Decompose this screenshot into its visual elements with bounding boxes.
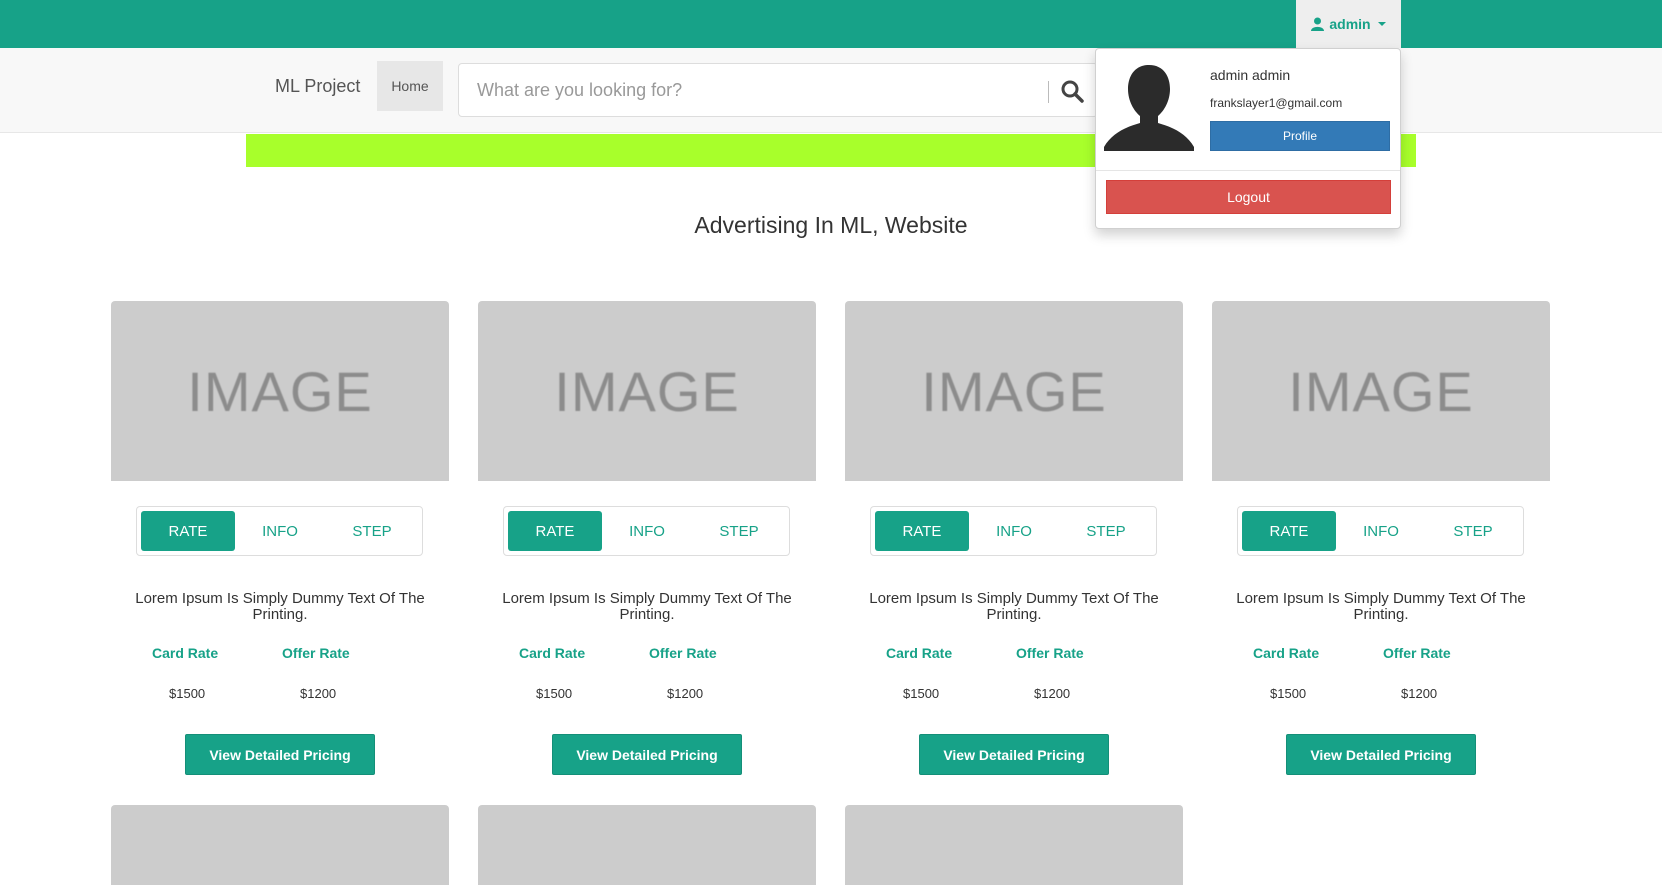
navbar: ML Project Home: [0, 48, 1662, 133]
logout-button[interactable]: Logout: [1106, 180, 1391, 214]
tab-rate[interactable]: RATE: [508, 511, 602, 551]
card-tabs: RATE INFO STEP: [1237, 506, 1524, 556]
section-title: Advertising In ML, Website: [694, 212, 968, 238]
offer-rate-value: $1200: [1401, 686, 1438, 701]
tab-rate[interactable]: RATE: [141, 511, 235, 551]
card-rate-value: $1500: [536, 686, 573, 701]
offer-rate-value: $1200: [667, 686, 704, 701]
tab-info[interactable]: INFO: [967, 511, 1061, 551]
offer-rate-value: $1200: [300, 686, 337, 701]
search-divider: [1048, 81, 1049, 103]
tab-step[interactable]: STEP: [692, 511, 786, 551]
card-image-placeholder: IMAGE: [1212, 301, 1550, 481]
tab-rate[interactable]: RATE: [1242, 511, 1336, 551]
offer-rate-label: Offer Rate: [1016, 645, 1084, 661]
user-icon: [1311, 17, 1325, 31]
ad-card: IMAGE RATE INFO STEP Lorem Ipsum Is Simp…: [478, 301, 816, 781]
card-rate-value: $1500: [169, 686, 206, 701]
user-menu-toggle[interactable]: admin: [1296, 0, 1401, 48]
view-pricing-button[interactable]: View Detailed Pricing: [919, 734, 1109, 775]
top-bar: admin: [0, 0, 1662, 48]
avatar-icon: [1104, 61, 1194, 151]
ad-card: IMAGE RATE INFO STEP Lorem Ipsum Is Simp…: [845, 301, 1183, 781]
ad-card: IMAGE RATE INFO STEP Lorem Ipsum Is Simp…: [111, 301, 449, 781]
card-tabs: RATE INFO STEP: [503, 506, 790, 556]
search-box: [458, 63, 1098, 117]
card-rate-value: $1500: [1270, 686, 1307, 701]
search-icon: [1061, 80, 1084, 103]
view-pricing-button[interactable]: View Detailed Pricing: [1286, 734, 1476, 775]
card-image-placeholder: IMAGE: [111, 301, 449, 481]
card-image-placeholder: IMAGE: [845, 301, 1183, 481]
offer-rate-value: $1200: [1034, 686, 1071, 701]
tab-info[interactable]: INFO: [233, 511, 327, 551]
nav-home-link[interactable]: Home: [377, 61, 443, 111]
card-description: Lorem Ipsum Is Simply Dummy Text Of The …: [502, 590, 792, 623]
card-rate-label: Card Rate: [886, 645, 953, 661]
search-input[interactable]: [459, 64, 1049, 116]
tab-step[interactable]: STEP: [1426, 511, 1520, 551]
card-image-placeholder: [111, 805, 449, 885]
tab-step[interactable]: STEP: [1059, 511, 1153, 551]
user-fullname: admin admin: [1210, 67, 1291, 83]
brand-link[interactable]: ML Project: [275, 76, 360, 97]
tab-info[interactable]: INFO: [600, 511, 694, 551]
card-description: Lorem Ipsum Is Simply Dummy Text Of The …: [869, 590, 1159, 623]
tab-rate[interactable]: RATE: [875, 511, 969, 551]
user-name-label: admin: [1329, 16, 1371, 32]
card-rate-value: $1500: [903, 686, 940, 701]
card-image-placeholder: IMAGE: [478, 301, 816, 481]
card-image-placeholder: [478, 805, 816, 885]
caret-down-icon: [1377, 22, 1386, 26]
view-pricing-button[interactable]: View Detailed Pricing: [185, 734, 375, 775]
offer-rate-label: Offer Rate: [282, 645, 350, 661]
profile-button[interactable]: Profile: [1210, 121, 1390, 151]
tab-step[interactable]: STEP: [325, 511, 419, 551]
card-tabs: RATE INFO STEP: [136, 506, 423, 556]
tab-info[interactable]: INFO: [1334, 511, 1428, 551]
card-image-placeholder: [845, 805, 1183, 885]
menu-divider: [1096, 170, 1400, 171]
card-description: Lorem Ipsum Is Simply Dummy Text Of The …: [135, 590, 425, 623]
user-email: frankslayer1@gmail.com: [1210, 96, 1343, 110]
card-description: Lorem Ipsum Is Simply Dummy Text Of The …: [1236, 590, 1526, 623]
card-rate-label: Card Rate: [152, 645, 219, 661]
card-tabs: RATE INFO STEP: [870, 506, 1157, 556]
search-button[interactable]: [1056, 76, 1088, 106]
view-pricing-button[interactable]: View Detailed Pricing: [552, 734, 742, 775]
user-dropdown-menu: admin admin frankslayer1@gmail.com Profi…: [1095, 48, 1401, 229]
card-rate-label: Card Rate: [519, 645, 586, 661]
offer-rate-label: Offer Rate: [649, 645, 717, 661]
offer-rate-label: Offer Rate: [1383, 645, 1451, 661]
ad-card: IMAGE RATE INFO STEP Lorem Ipsum Is Simp…: [1212, 301, 1550, 781]
card-rate-label: Card Rate: [1253, 645, 1320, 661]
